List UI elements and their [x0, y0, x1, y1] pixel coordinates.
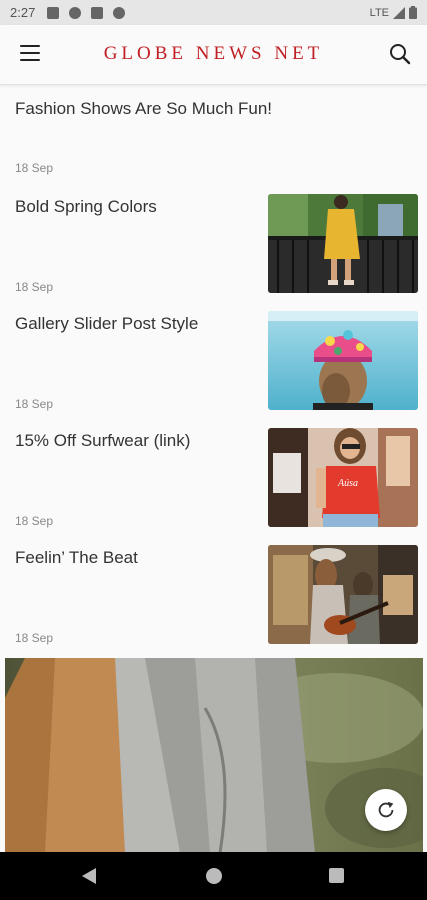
refresh-icon — [378, 801, 394, 818]
article-title[interactable]: Feelin’ The Beat — [15, 548, 138, 568]
article-item[interactable]: Feelin’ The Beat 18 Sep — [0, 545, 427, 665]
article-thumbnail[interactable] — [268, 311, 418, 410]
svg-text:Aúsa: Aúsa — [337, 478, 358, 489]
grey-scarf-photo — [5, 658, 423, 853]
brand-title[interactable]: GLOBE NEWS NET — [0, 43, 427, 65]
home-icon[interactable] — [206, 868, 222, 884]
network-type: LTE — [369, 6, 389, 19]
guitar-street-photo — [268, 545, 418, 644]
search-icon — [390, 44, 411, 65]
recents-icon[interactable] — [329, 868, 344, 883]
article-date: 18 Sep — [15, 397, 54, 411]
sd-card-icon — [91, 6, 104, 19]
article-date: 18 Sep — [15, 280, 54, 294]
article-date: 18 Sep — [15, 631, 54, 645]
status-time: 2:27 — [10, 5, 36, 20]
status-right: LTE — [370, 6, 417, 19]
floral-cap-photo — [268, 311, 418, 410]
signal-icon — [393, 6, 405, 19]
article-date: 18 Sep — [15, 514, 54, 528]
search-button[interactable] — [388, 42, 412, 66]
featured-image[interactable] — [5, 658, 423, 853]
article-thumbnail[interactable] — [268, 194, 418, 293]
back-icon[interactable] — [82, 868, 96, 884]
system-nav-bar — [0, 852, 427, 900]
app-bar: GLOBE NEWS NET — [0, 25, 427, 85]
a-icon — [47, 6, 60, 19]
lead-article-title[interactable]: Fashion Shows Are So Much Fun! — [15, 99, 272, 119]
battery-icon — [409, 6, 417, 19]
article-thumbnail[interactable] — [268, 545, 418, 644]
article-title[interactable]: 15% Off Surfwear (link) — [15, 431, 190, 451]
article-item[interactable]: Gallery Slider Post Style 18 Sep — [0, 311, 427, 431]
article-thumbnail[interactable]: Aúsa — [268, 428, 418, 527]
article-item[interactable]: Bold Spring Colors 18 Sep — [0, 194, 427, 314]
cast-icon — [69, 6, 82, 19]
refresh-button[interactable] — [365, 789, 407, 831]
yellow-dress-photo — [268, 194, 418, 293]
article-title[interactable]: Gallery Slider Post Style — [15, 314, 198, 334]
red-tshirt-photo: Aúsa — [268, 428, 418, 527]
lead-article-date: 18 Sep — [15, 161, 54, 175]
article-item[interactable]: 15% Off Surfwear (link) 18 Sep Aúsa — [0, 428, 427, 548]
status-bar: 2:27 LTE — [0, 0, 427, 25]
article-title[interactable]: Bold Spring Colors — [15, 197, 157, 217]
data-saver-icon — [113, 6, 126, 19]
